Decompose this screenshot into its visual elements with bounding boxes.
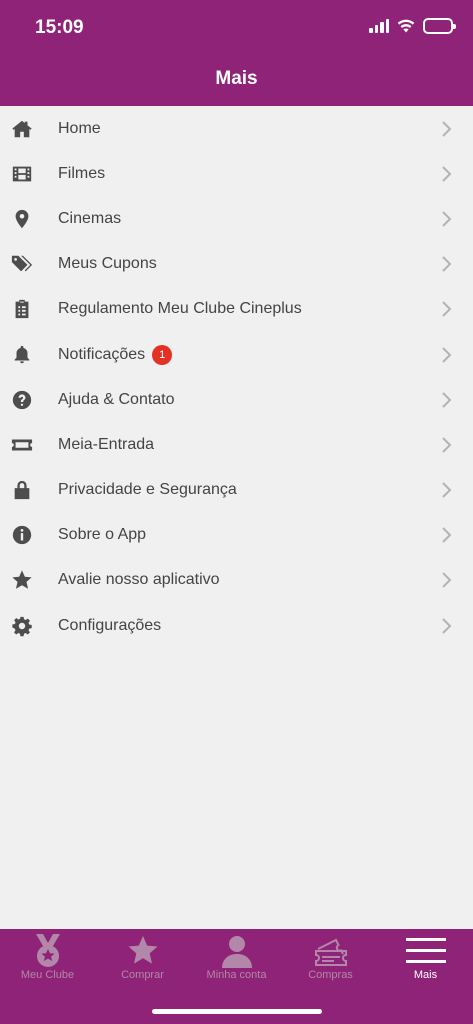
chevron-right-icon xyxy=(442,437,452,453)
chevron-right-icon xyxy=(442,346,452,363)
battery-icon xyxy=(423,18,456,34)
status-icons xyxy=(369,18,456,34)
film-icon xyxy=(10,162,34,186)
wifi-icon xyxy=(397,19,415,33)
more-menu-list: Home Filmes Cinemas Meus Cupons Regulame… xyxy=(0,106,473,648)
menu-item-regulamento[interactable]: Regulamento Meu Clube Cineplus xyxy=(0,287,473,332)
bell-icon xyxy=(10,343,34,367)
home-indicator xyxy=(152,1009,322,1014)
menu-item-notificacoes[interactable]: Notificações 1 xyxy=(0,332,473,377)
menu-item-label: Sobre o App xyxy=(58,526,147,544)
menu-item-text: Notificações xyxy=(58,345,146,363)
home-icon xyxy=(10,117,34,141)
menu-item-label: Privacidade e Segurança xyxy=(58,481,237,499)
info-circle-icon xyxy=(10,523,34,547)
menu-item-label: Meus Cupons xyxy=(58,255,157,273)
menu-item-label: Meia-Entrada xyxy=(58,435,155,453)
menu-item-meus-cupons[interactable]: Meus Cupons xyxy=(0,242,473,287)
menu-item-label: Ajuda & Contato xyxy=(58,390,175,408)
page-title: Mais xyxy=(215,68,258,89)
menu-item-label: Configurações xyxy=(58,616,162,634)
cellular-signal-icon xyxy=(369,19,389,33)
tags-icon xyxy=(10,252,34,276)
chevron-right-icon xyxy=(442,301,452,318)
menu-item-ajuda-contato[interactable]: Ajuda & Contato xyxy=(0,377,473,422)
menu-item-label: Filmes xyxy=(58,164,106,182)
menu-item-label: Cinemas xyxy=(58,209,122,227)
top-header: 15:09 Mais xyxy=(0,0,473,106)
chevron-right-icon xyxy=(442,166,452,182)
chevron-right-icon xyxy=(442,120,452,137)
tab-minha-conta[interactable]: Minha conta xyxy=(189,929,284,981)
location-pin-icon xyxy=(10,207,34,231)
question-circle-icon xyxy=(10,388,34,412)
tab-label: Meu Clube xyxy=(20,969,75,981)
chevron-right-icon xyxy=(442,211,452,227)
ticket-icon xyxy=(10,433,34,457)
chevron-right-icon xyxy=(442,617,452,634)
menu-item-filmes[interactable]: Filmes xyxy=(0,151,473,196)
tickets-icon xyxy=(314,938,347,966)
medal-icon xyxy=(35,934,60,967)
menu-item-cinemas[interactable]: Cinemas xyxy=(0,196,473,241)
status-time: 15:09 xyxy=(35,17,84,38)
menu-item-label: Regulamento Meu Clube Cineplus xyxy=(58,300,302,318)
tab-label: Compras xyxy=(308,969,353,981)
chevron-right-icon xyxy=(442,572,452,589)
lock-icon xyxy=(10,478,34,502)
hamburger-menu-icon xyxy=(405,938,446,963)
chevron-right-icon xyxy=(442,256,452,272)
gear-icon xyxy=(10,614,34,638)
tab-compras[interactable]: Compras xyxy=(283,929,378,981)
notification-count-badge: 1 xyxy=(152,344,173,365)
star-icon xyxy=(10,568,34,592)
menu-item-meia-entrada[interactable]: Meia-Entrada xyxy=(0,422,473,467)
chevron-right-icon xyxy=(442,392,452,408)
menu-item-sobre-app[interactable]: Sobre o App xyxy=(0,513,473,558)
tab-mais[interactable]: Mais xyxy=(378,929,473,981)
chevron-right-icon xyxy=(442,527,452,543)
user-icon xyxy=(221,936,252,968)
chevron-right-icon xyxy=(442,482,452,498)
tab-comprar[interactable]: Comprar xyxy=(95,929,190,981)
menu-item-home[interactable]: Home xyxy=(0,106,473,151)
tab-label: Minha conta xyxy=(206,969,267,981)
tab-label: Comprar xyxy=(121,969,164,981)
tab-label: Mais xyxy=(413,969,438,981)
menu-item-configuracoes[interactable]: Configurações xyxy=(0,603,473,648)
menu-item-avalie[interactable]: Avalie nosso aplicativo xyxy=(0,558,473,603)
menu-item-label: Avalie nosso aplicativo xyxy=(58,571,220,589)
star-icon xyxy=(128,936,157,964)
clipboard-icon xyxy=(10,297,34,321)
menu-item-label: Notificações 1 xyxy=(58,344,173,365)
tab-meu-clube[interactable]: Meu Clube xyxy=(0,929,95,981)
menu-item-label: Home xyxy=(58,119,101,137)
menu-item-privacidade[interactable]: Privacidade e Segurança xyxy=(0,468,473,513)
